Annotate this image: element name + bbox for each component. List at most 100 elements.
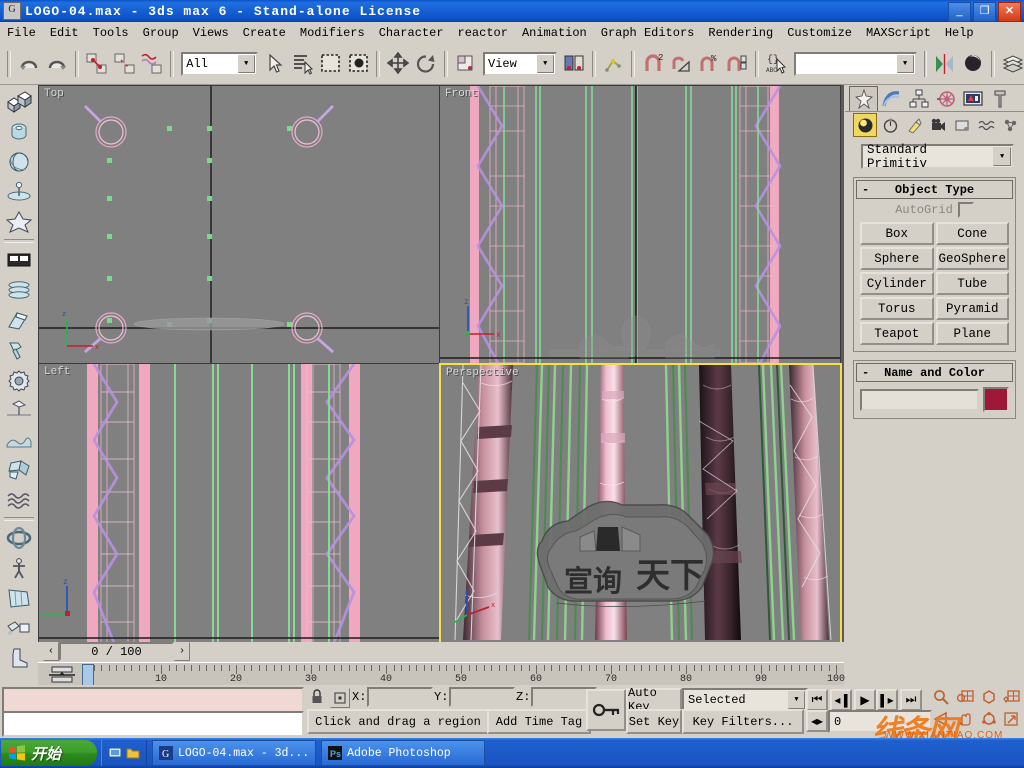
geometry-sphere-icon[interactable] [853, 113, 877, 137]
key-filters-button[interactable]: Key Filters... [682, 709, 804, 734]
go-to-start-button[interactable]: ⏮ [806, 689, 828, 711]
go-to-end-button[interactable]: ⏭ [900, 689, 922, 711]
camera-icon[interactable] [927, 114, 949, 136]
snap-toggle-icon[interactable]: 2 [640, 50, 666, 78]
menu-reactor[interactable]: reactor [451, 24, 515, 42]
maxscript-mini-listener[interactable] [2, 687, 304, 713]
viewport-front[interactable]: Front z x [439, 85, 841, 364]
create-cylinder-button[interactable]: Cylinder [860, 272, 934, 295]
menu-edit[interactable]: Edit [43, 24, 86, 42]
geometry-boxes-icon[interactable] [3, 87, 35, 117]
absolute-relative-transform-icon[interactable] [330, 688, 350, 708]
play-animation-button[interactable]: ▶ [854, 689, 876, 711]
use-center-flyout-icon[interactable] [561, 50, 587, 78]
coord-x-field[interactable] [367, 687, 434, 707]
object-color-swatch[interactable] [983, 387, 1009, 412]
viewport-perspective[interactable]: Perspective 宣询 天下 x [439, 363, 842, 646]
name-and-color-rollout-header[interactable]: - Name and Color [856, 363, 1013, 382]
gear-icon[interactable] [3, 365, 35, 395]
display-monitor-icon[interactable] [959, 87, 986, 111]
create-torus-button[interactable]: Torus [860, 297, 934, 320]
hierarchy-tree-icon[interactable] [905, 87, 932, 111]
maximize-button[interactable]: ❐ [973, 2, 996, 22]
named-selection-set-combo[interactable]: ▼ [793, 52, 917, 76]
key-toggle-icon[interactable] [586, 689, 626, 731]
biped-icon[interactable] [3, 553, 35, 583]
select-and-manipulate-icon[interactable] [601, 50, 627, 78]
box-panel-icon[interactable] [3, 245, 35, 275]
show-desktop-icon[interactable] [108, 746, 122, 760]
landscape-icon[interactable] [3, 425, 35, 455]
viewport-top[interactable]: Top z x [38, 85, 440, 364]
lock-icon[interactable] [308, 687, 326, 707]
layer-manager-icon[interactable] [1000, 50, 1024, 78]
chevron-down-icon[interactable]: ▼ [788, 691, 805, 709]
pan-icon[interactable] [956, 710, 974, 728]
create-plane-button[interactable]: Plane [935, 322, 1009, 345]
select-and-rotate-icon[interactable] [413, 50, 439, 78]
undo-icon[interactable] [16, 50, 42, 78]
create-geosphere-button[interactable]: GeoSphere [935, 247, 1009, 270]
previous-frame-arrow[interactable]: ‹ [43, 642, 59, 661]
redo-icon[interactable] [44, 50, 70, 78]
taskbar-item-photoshop[interactable]: Ps Adobe Photoshop [321, 740, 486, 766]
taskbar-item-3dsmax[interactable]: G LOGO-04.max - 3d... [152, 740, 317, 766]
waves-icon[interactable] [3, 485, 35, 515]
close-button[interactable]: ✕ [998, 2, 1021, 22]
angle-snap-toggle-icon[interactable] [668, 50, 694, 78]
chevron-down-icon[interactable]: ▼ [237, 55, 255, 73]
shapes-icon[interactable] [879, 114, 901, 136]
select-object-icon[interactable] [262, 50, 288, 78]
paint-bucket-icon[interactable] [3, 613, 35, 643]
utilities-hammer-icon[interactable] [986, 87, 1013, 111]
previous-frame-button[interactable]: ◂▐ [830, 689, 852, 711]
zoom-all-icon[interactable] [956, 688, 974, 706]
menu-create[interactable]: Create [236, 24, 293, 42]
timeline-ruler[interactable]: 0102030405060708090100 [38, 662, 845, 686]
time-slider-handle[interactable] [82, 664, 94, 686]
menu-graph-editors[interactable]: Graph Editors [594, 24, 702, 42]
window-crossing-icon[interactable] [346, 50, 372, 78]
chevron-down-icon[interactable]: ▼ [993, 147, 1011, 166]
rectangular-selection-region-icon[interactable] [318, 50, 344, 78]
spinner-snap-toggle-icon[interactable] [724, 50, 750, 78]
field-of-view-icon[interactable] [932, 710, 950, 728]
hammer-icon[interactable] [3, 335, 35, 365]
torus-knot-icon[interactable] [3, 523, 35, 553]
turntable-icon[interactable] [3, 177, 35, 207]
menu-help[interactable]: Help [938, 24, 981, 42]
star-figure-icon[interactable] [3, 207, 35, 237]
arc-rotate-icon[interactable] [980, 710, 998, 728]
space-warps-icon[interactable] [975, 114, 997, 136]
menu-maxscript[interactable]: MAXScript [859, 24, 938, 42]
object-type-rollout-header[interactable]: - Object Type [856, 180, 1013, 199]
folder-icon[interactable] [126, 746, 140, 760]
reference-coordinate-combo[interactable]: View ▼ [483, 52, 557, 76]
autogrid-checkbox[interactable] [957, 202, 974, 218]
min-max-toggle-icon[interactable] [1002, 710, 1020, 728]
zoom-icon[interactable] [932, 688, 950, 706]
unlink-selection-icon[interactable] [112, 50, 138, 78]
lights-icon[interactable] [903, 114, 925, 136]
use-pivot-point-center-icon[interactable] [453, 50, 479, 78]
bind-to-space-warp-icon[interactable] [139, 50, 165, 78]
percent-snap-toggle-icon[interactable]: % [696, 50, 722, 78]
next-frame-arrow[interactable]: › [174, 642, 190, 661]
start-button[interactable]: 开始 [1, 740, 97, 766]
zoom-extents-icon[interactable] [980, 688, 998, 706]
zoom-extents-all-icon[interactable] [1002, 688, 1020, 706]
motion-wheel-icon[interactable] [932, 87, 959, 111]
menu-character[interactable]: Character [372, 24, 451, 42]
menu-group[interactable]: Group [136, 24, 186, 42]
modify-arc-icon[interactable] [878, 87, 905, 111]
create-box-button[interactable]: Box [860, 222, 934, 245]
create-cone-button[interactable]: Cone [935, 222, 1009, 245]
coord-y-field[interactable] [449, 687, 516, 707]
menu-customize[interactable]: Customize [780, 24, 859, 42]
menu-rendering[interactable]: Rendering [701, 24, 780, 42]
weathervane-icon[interactable] [3, 395, 35, 425]
minimize-button[interactable]: _ [948, 2, 971, 22]
shatter-icon[interactable] [3, 455, 35, 485]
open-track-view-icon[interactable] [46, 665, 78, 684]
chevron-down-icon[interactable]: ▼ [896, 55, 914, 73]
